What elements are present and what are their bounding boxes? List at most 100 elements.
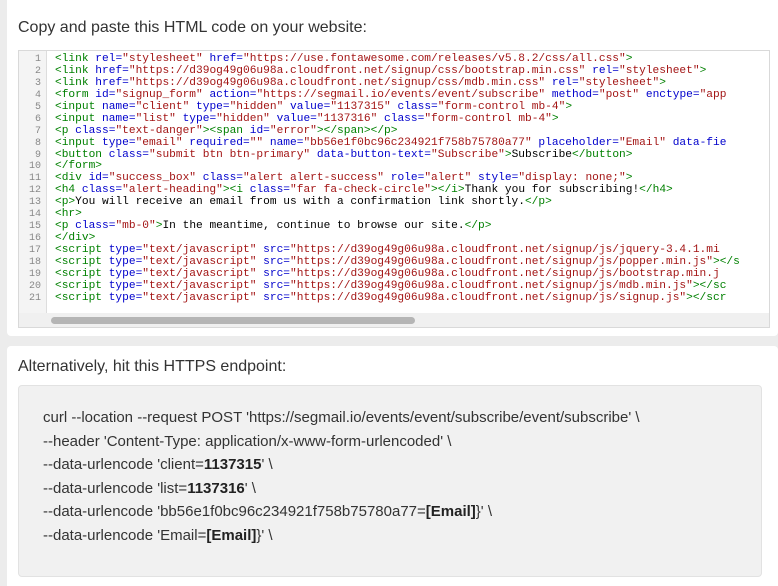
code-token: "alert-heading"	[122, 184, 223, 197]
curl-text: }' \	[256, 526, 273, 544]
curl-text: ' \	[244, 479, 256, 497]
code-token: >	[504, 148, 512, 161]
line-number: 21	[28, 292, 41, 304]
https-endpoint-card: Alternatively, hit this HTTPS endpoint: …	[7, 346, 778, 586]
code-token: "text/javascript"	[142, 279, 257, 292]
code-token: "text-danger"	[115, 124, 203, 137]
code-token: rel=	[95, 53, 123, 65]
code-token: "submit btn btn-primary"	[149, 148, 311, 161]
code-token: "https://segmail.io/events/event/subscri…	[256, 88, 546, 101]
code-token: "Email"	[619, 136, 666, 149]
code-token: >	[659, 76, 666, 89]
code-token: src=	[256, 255, 291, 268]
curl-text: }' \	[475, 503, 493, 521]
code-token: enctype=	[639, 88, 700, 101]
code-token: "1137316"	[316, 112, 378, 125]
code-token: You will receive an email from us with a…	[75, 196, 525, 209]
curl-line: --data-urlencode 'bb56e1f0bc96c234921f75…	[43, 500, 640, 524]
code-token: "Subscribe"	[431, 148, 505, 161]
code-token: ></s	[712, 255, 740, 268]
code-token: "form-control mb-4"	[437, 100, 566, 113]
code-line: 9 <button class="submit btn btn-primary" …	[19, 148, 769, 162]
code-token: <div	[55, 172, 89, 185]
code-token: "https://d39og49g06u98a.cloudfront.net/s…	[290, 291, 687, 304]
code-token: type=	[108, 279, 143, 292]
code-token: >	[625, 53, 633, 65]
code-token: class=	[377, 112, 425, 125]
line-number: 1	[34, 54, 41, 65]
code-token: "stylesheet"	[618, 64, 700, 77]
curl-command-box[interactable]: curl --location --request POST 'https://…	[18, 385, 762, 577]
code-token: "text/javascript"	[142, 291, 257, 304]
code-text: <p class="mb-0">In the meantime, continu…	[55, 220, 491, 233]
curl-text: --data-urlencode 'list=	[43, 479, 188, 497]
code-token: ></span></p>	[316, 124, 398, 137]
line-number: 13	[28, 197, 41, 209]
code-lines: 1 <link rel="stylesheet" href="https://us…	[19, 53, 769, 305]
code-token: href=	[95, 64, 129, 77]
line-number: 10	[28, 161, 41, 173]
code-token: class=	[81, 184, 123, 197]
code-token: "hidden"	[216, 112, 270, 125]
html-code-editor[interactable]: 1 <link rel="stylesheet" href="https://us…	[18, 50, 770, 328]
code-token: type=	[189, 100, 230, 113]
code-token: src=	[256, 279, 291, 292]
code-token: <script	[55, 267, 109, 280]
code-token: type=	[108, 267, 143, 280]
code-token: "https://d39og49g06u98a.cloudfront.net/s…	[290, 279, 693, 292]
code-token: <button	[55, 148, 109, 161]
line-number: 5	[34, 101, 41, 113]
html-code-card: Copy and paste this HTML code on your we…	[7, 0, 778, 336]
curl-lines: curl --location --request POST 'https://…	[43, 406, 640, 548]
horizontal-scrollbar[interactable]	[19, 313, 769, 327]
code-token: "https://d39og49g06u98a.cloudfront.net/s…	[128, 76, 546, 89]
curl-text: --header 'Content-Type: application/x-ww…	[43, 432, 452, 450]
curl-value: 1137316	[187, 479, 245, 497]
code-token: <form	[55, 88, 96, 101]
code-token: "mb-0"	[115, 220, 156, 233]
code-token: name=	[102, 112, 136, 125]
code-token: Thank you for subscribing!	[464, 184, 640, 197]
code-token: "https://d39og49g06u98a.cloudfront.net/s…	[290, 255, 713, 268]
code-token: "error"	[269, 124, 317, 137]
code-token: "https://d39og49g06u98a.cloudfront.net/s…	[290, 244, 720, 256]
code-token: placeholder=	[531, 136, 619, 149]
scrollbar-thumb[interactable]	[51, 317, 415, 324]
curl-line: --data-urlencode 'Email=[Email]}' \	[43, 524, 640, 548]
code-text: <p>You will receive an email from us wit…	[55, 196, 552, 209]
line-number: 9	[34, 149, 41, 161]
line-number: 6	[34, 113, 41, 125]
code-token: "far fa-check-circle"	[290, 184, 432, 197]
endpoint-title: Alternatively, hit this HTTPS endpoint:	[18, 358, 287, 375]
code-token: ""	[249, 136, 264, 149]
line-number: 12	[28, 185, 41, 197]
code-token: data-fie	[666, 136, 727, 149]
code-token: <script	[55, 244, 109, 256]
code-text: <button class="submit btn btn-primary" d…	[55, 148, 632, 162]
code-token: rel=	[545, 76, 579, 89]
code-token: "display: none;"	[518, 172, 626, 185]
curl-line: curl --location --request POST 'https://…	[43, 406, 640, 430]
code-token: class=	[196, 172, 244, 185]
line-number: 20	[28, 280, 41, 292]
code-token: "email"	[135, 136, 183, 149]
line-number: 19	[28, 268, 41, 280]
code-text: <script type="text/javascript" src="http…	[55, 291, 726, 305]
line-number: 17	[28, 245, 41, 256]
code-token: ></i>	[431, 184, 465, 197]
code-token: src=	[256, 267, 291, 280]
code-token: role=	[384, 172, 425, 185]
code-token: <link	[55, 64, 96, 77]
line-number: 7	[34, 125, 41, 137]
code-token: In the meantime, continue to browse our …	[162, 220, 465, 233]
code-token: <input	[55, 112, 102, 125]
code-token: <p>	[55, 196, 76, 209]
line-number: 8	[34, 137, 41, 149]
code-token: <script	[55, 255, 109, 268]
code-token: "https://d39og49g06u98a.cloudfront.net/s…	[290, 267, 720, 280]
code-token: method=	[545, 88, 599, 101]
code-token: </form>	[55, 160, 102, 173]
code-token: "list"	[135, 112, 176, 125]
code-token: name=	[102, 100, 136, 113]
code-token: id=	[88, 172, 109, 185]
